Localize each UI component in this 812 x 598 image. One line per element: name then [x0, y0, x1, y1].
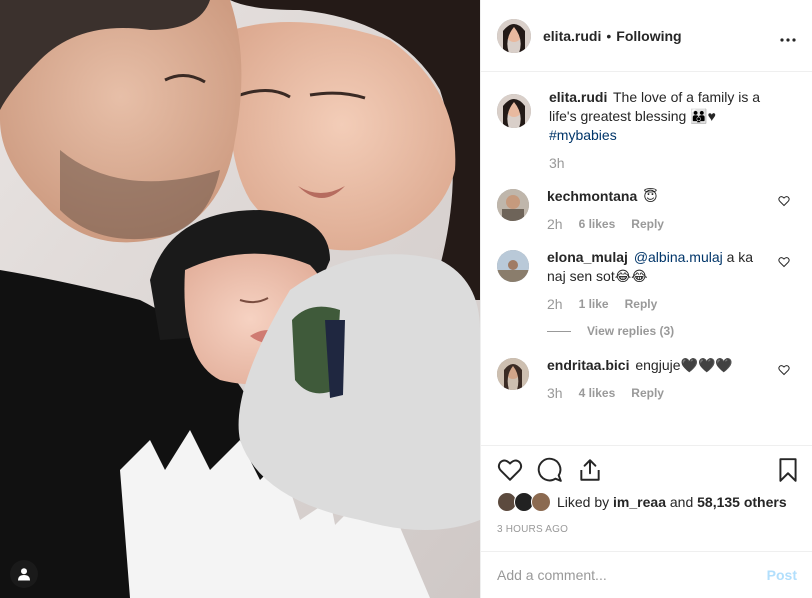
author-username[interactable]: elita.rudi: [543, 28, 601, 44]
avatar-image: [497, 189, 529, 221]
view-replies-label: View replies (3): [587, 324, 675, 338]
share-icon[interactable]: [577, 457, 603, 483]
like-comment-heart-icon[interactable]: [778, 195, 790, 207]
liked-by-prefix: Liked by: [557, 494, 610, 510]
comment-likes[interactable]: 1 like: [579, 295, 609, 314]
caption-time[interactable]: 3h: [549, 154, 565, 173]
comment-username[interactable]: endritaa.bici: [547, 357, 629, 373]
caption-username[interactable]: elita.rudi: [549, 89, 607, 105]
comment-username[interactable]: kechmontana: [547, 188, 637, 204]
liker-avatar: [531, 492, 551, 512]
comment-item: endritaa.bici engjuje🖤🖤🖤 3h 4 likes Repl…: [497, 356, 796, 403]
comment-likes[interactable]: 4 likes: [579, 384, 616, 403]
comment-time[interactable]: 3h: [547, 384, 563, 403]
likes-count-link[interactable]: 58,135 others: [697, 494, 787, 510]
post-header: elita.rudi • Following: [481, 0, 812, 72]
commenter-avatar[interactable]: [497, 189, 529, 221]
like-comment-heart-icon[interactable]: [778, 364, 790, 376]
bookmark-icon[interactable]: [775, 457, 801, 483]
comment-text: 😇: [643, 188, 658, 204]
likes-summary: Liked by im_reaa and 58,135 others: [497, 492, 797, 512]
divider-line: [547, 330, 571, 332]
comment-mention[interactable]: @albina.mulaj: [634, 249, 723, 265]
caption: elita.rudi The love of a family is a lif…: [497, 88, 796, 173]
comments-list[interactable]: elita.rudi The love of a family is a lif…: [481, 72, 812, 445]
add-comment-bar: Add a comment... Post: [481, 551, 812, 598]
author-avatar[interactable]: [497, 18, 531, 53]
post-comment-button[interactable]: Post: [767, 567, 797, 583]
comment-item: elona_mulaj @albina.mulaj a ka naj sen s…: [497, 248, 796, 314]
reply-button[interactable]: Reply: [631, 215, 664, 234]
photo-illustration: [0, 0, 480, 598]
following-button[interactable]: Following: [616, 28, 681, 44]
more-options-icon[interactable]: [780, 27, 796, 45]
comment-input[interactable]: Add a comment...: [497, 567, 767, 583]
comment-text: engjuje🖤🖤🖤: [635, 357, 733, 373]
post-details-panel: elita.rudi • Following elita.rudi The lo…: [480, 0, 812, 598]
like-heart-icon[interactable]: [497, 457, 523, 483]
reply-button[interactable]: Reply: [631, 384, 664, 403]
avatar-image: [497, 94, 531, 128]
liked-by-user[interactable]: im_reaa: [613, 494, 666, 510]
liker-avatars: [497, 492, 553, 512]
author-avatar[interactable]: [497, 94, 531, 128]
header-separator: •: [606, 27, 612, 44]
comment-time[interactable]: 2h: [547, 215, 563, 234]
avatar-image: [497, 18, 531, 53]
post-timestamp[interactable]: 3 HOURS AGO: [497, 524, 797, 535]
post-photo[interactable]: [0, 0, 480, 598]
avatar-image: [497, 250, 529, 282]
post-actions: Liked by im_reaa and 58,135 others 3 HOU…: [481, 445, 812, 545]
commenter-avatar[interactable]: [497, 358, 529, 390]
view-replies-button[interactable]: View replies (3): [547, 324, 796, 338]
like-comment-heart-icon[interactable]: [778, 256, 790, 268]
comment-time[interactable]: 2h: [547, 295, 563, 314]
reply-button[interactable]: Reply: [625, 295, 658, 314]
comment-username[interactable]: elona_mulaj: [547, 249, 628, 265]
comment-bubble-icon[interactable]: [537, 457, 563, 483]
person-icon: [18, 568, 30, 581]
comment-item: kechmontana 😇 2h 6 likes Reply: [497, 187, 796, 234]
tagged-users-button[interactable]: [10, 560, 38, 588]
commenter-avatar[interactable]: [497, 250, 529, 282]
caption-hashtag[interactable]: #mybabies: [549, 127, 617, 143]
liked-by-and: and: [669, 494, 694, 510]
avatar-image: [497, 358, 529, 390]
comment-likes[interactable]: 6 likes: [579, 215, 616, 234]
